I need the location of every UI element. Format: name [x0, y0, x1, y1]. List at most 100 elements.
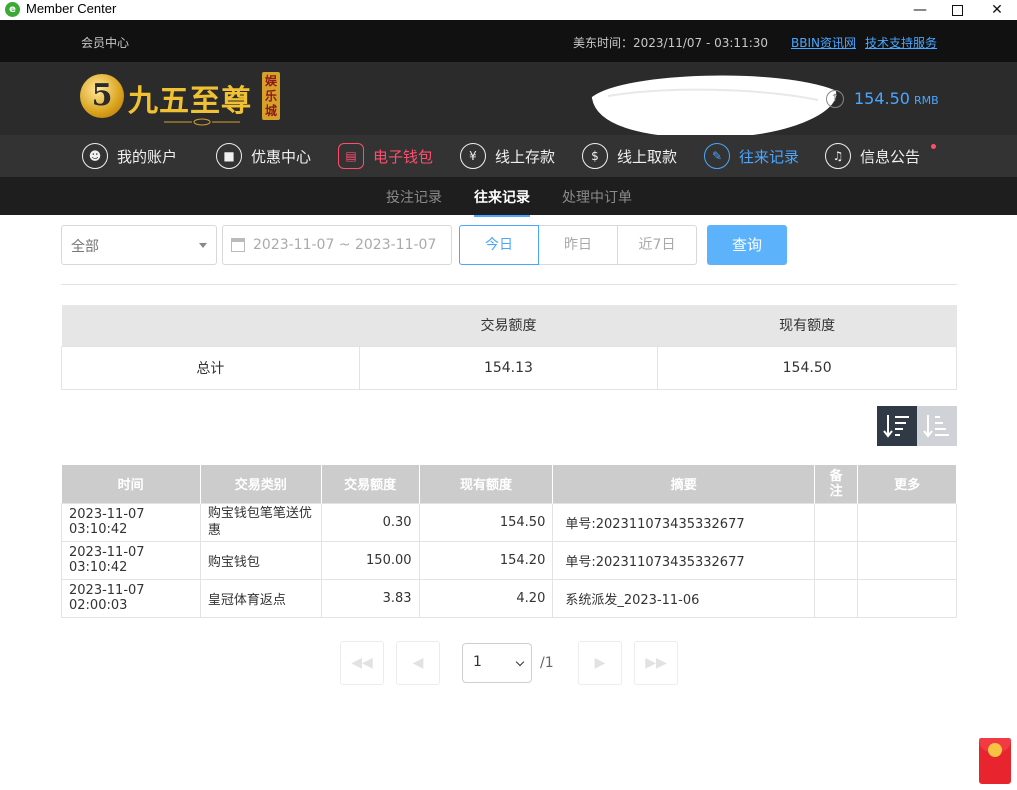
- row-type: 皇冠体育返点: [199, 578, 322, 618]
- records-header-row: 时间 交易类别 交易额度 现有额度 摘要 备注 更多: [61, 465, 957, 503]
- balance-currency: RMB: [913, 93, 939, 107]
- balance-amount: 154.50: [854, 89, 910, 108]
- nav-promotions[interactable]: ■ 优惠中心: [216, 142, 311, 170]
- maximize-button[interactable]: [937, 0, 977, 20]
- table-row: 2023-11-07 03:10:42 购宝钱包 150.00 154.20 单…: [61, 540, 957, 580]
- prev-page-button[interactable]: ◀: [396, 641, 440, 685]
- nav-label: 线上取款: [617, 147, 678, 166]
- nav-transaction-records[interactable]: ✎ 往来记录: [704, 142, 799, 170]
- row-note: [814, 540, 859, 580]
- row-summary: 单号:202311073435332677: [552, 540, 816, 580]
- row-summary: 系统派发_2023-11-06: [552, 578, 816, 618]
- tab-pending-orders[interactable]: 处理中订单: [562, 187, 632, 207]
- bbin-news-link[interactable]: BBIN资讯网: [791, 34, 856, 51]
- last-7-days-button[interactable]: 近7日: [617, 225, 697, 265]
- logo-flourish: [164, 118, 240, 126]
- nav-my-account[interactable]: ☻ 我的账户: [82, 142, 177, 170]
- row-more[interactable]: [857, 578, 957, 618]
- tab-transaction-records[interactable]: 往来记录: [474, 187, 530, 217]
- record-icon: ✎: [704, 143, 730, 169]
- double-left-arrow-icon: ◀◀: [351, 655, 373, 671]
- records-table: 时间 交易类别 交易额度 现有额度 摘要 备注 更多 2023-11-07 03…: [61, 465, 957, 618]
- red-packet-button[interactable]: [979, 738, 1011, 784]
- page-select[interactable]: 1: [462, 643, 532, 683]
- summary-header-row: 交易额度 现有额度: [61, 305, 957, 346]
- type-select[interactable]: 全部: [61, 225, 217, 265]
- top-strip: 会员中心 美东时间：2023/11/07 - 03:11:30 BBIN资讯网 …: [0, 20, 1017, 62]
- row-time: 2023-11-07 03:10:42: [61, 502, 201, 542]
- row-summary: 单号:202311073435332677: [552, 502, 816, 542]
- divider: [61, 284, 957, 285]
- window-title: Member Center: [26, 1, 117, 16]
- nav-online-withdraw[interactable]: $ 线上取款: [582, 142, 677, 170]
- left-arrow-icon: ◀: [412, 655, 424, 671]
- row-more[interactable]: [857, 502, 957, 542]
- sub-nav: 投注记录 往来记录 处理中订单: [0, 177, 1017, 217]
- summary-header-trade: 交易额度: [359, 305, 658, 346]
- row-balance: 4.20: [418, 578, 554, 618]
- page-total: /1: [540, 655, 554, 671]
- nav-announcements[interactable]: ♫ 信息公告: [825, 142, 920, 170]
- summary-trade-total: 154.13: [358, 345, 659, 390]
- bell-icon: ♫: [825, 143, 851, 169]
- member-center-label: 会员中心: [81, 36, 130, 50]
- header-type: 交易类别: [200, 465, 322, 503]
- row-balance: 154.20: [418, 540, 554, 580]
- dropdown-caret-icon: [199, 243, 207, 248]
- app-icon: e: [5, 2, 20, 17]
- sort-ascending-icon: [923, 415, 949, 438]
- nav-label: 往来记录: [739, 147, 800, 166]
- logo[interactable]: 5 九五至尊 娱乐城: [80, 70, 285, 126]
- nav-label: 信息公告: [860, 147, 921, 166]
- nav-e-wallet[interactable]: ▤ 电子钱包: [338, 142, 433, 170]
- summary-total-label: 总计: [61, 345, 360, 390]
- sort-descending-icon: [883, 415, 909, 438]
- row-amount: 150.00: [320, 540, 420, 580]
- row-balance: 154.50: [418, 502, 554, 542]
- tab-bet-records[interactable]: 投注记录: [386, 187, 442, 207]
- nav-label: 电子钱包: [373, 147, 434, 166]
- nav-online-deposit[interactable]: ¥ 线上存款: [460, 142, 555, 170]
- balance-icon: ↑: [826, 89, 844, 108]
- summary-current-total: 154.50: [657, 345, 957, 390]
- header-summary: 摘要: [552, 465, 816, 503]
- first-page-button[interactable]: ◀◀: [340, 641, 384, 685]
- gift-icon: ■: [216, 143, 242, 169]
- deposit-icon: ¥: [460, 143, 486, 169]
- summary-header-blank: [61, 305, 360, 346]
- redaction-scribble: [591, 75, 837, 139]
- chevron-down-icon: [515, 657, 525, 667]
- sort-asc-button[interactable]: [917, 406, 957, 446]
- window-titlebar: e Member Center — ✕: [0, 0, 1017, 20]
- date-range-input[interactable]: 2023-11-07 ~ 2023-11-07: [222, 225, 452, 265]
- calendar-icon: [231, 238, 245, 252]
- tech-support-link[interactable]: 技术支持服务: [865, 34, 937, 51]
- withdraw-icon: $: [582, 143, 608, 169]
- table-row: 2023-11-07 03:10:42 购宝钱包笔笔送优惠 0.30 154.5…: [61, 502, 957, 542]
- row-note: [814, 578, 859, 618]
- header-more: 更多: [857, 465, 957, 503]
- right-arrow-icon: ▶: [594, 655, 606, 671]
- row-time: 2023-11-07 03:10:42: [61, 540, 201, 580]
- close-button[interactable]: ✕: [977, 0, 1017, 20]
- next-page-button[interactable]: ▶: [578, 641, 622, 685]
- row-type: 购宝钱包: [199, 540, 322, 580]
- yesterday-button[interactable]: 昨日: [538, 225, 618, 265]
- nav-label: 优惠中心: [251, 147, 312, 166]
- row-time: 2023-11-07 02:00:03: [61, 578, 201, 618]
- nav-label: 线上存款: [495, 147, 556, 166]
- last-page-button[interactable]: ▶▶: [634, 641, 678, 685]
- table-row: 2023-11-07 02:00:03 皇冠体育返点 3.83 4.20 系统派…: [61, 578, 957, 618]
- logo-brand: 九五至尊: [128, 84, 252, 119]
- header-note: 备注: [814, 465, 859, 503]
- today-button[interactable]: 今日: [459, 225, 539, 265]
- main-nav: ☻ 我的账户 ■ 优惠中心 ▤ 电子钱包 ¥ 线上存款 $ 线上取款 ✎ 往来记…: [0, 135, 1017, 177]
- minimize-button[interactable]: —: [900, 0, 940, 20]
- query-button[interactable]: 查询: [707, 225, 787, 265]
- balance-display: ↑ 154.50 RMB: [826, 89, 939, 108]
- row-more[interactable]: [857, 540, 957, 580]
- eastern-time: 美东时间：2023/11/07 - 03:11:30: [573, 36, 769, 50]
- row-amount: 3.83: [320, 578, 420, 618]
- sort-desc-button[interactable]: [877, 406, 917, 446]
- notification-dot: [931, 144, 936, 149]
